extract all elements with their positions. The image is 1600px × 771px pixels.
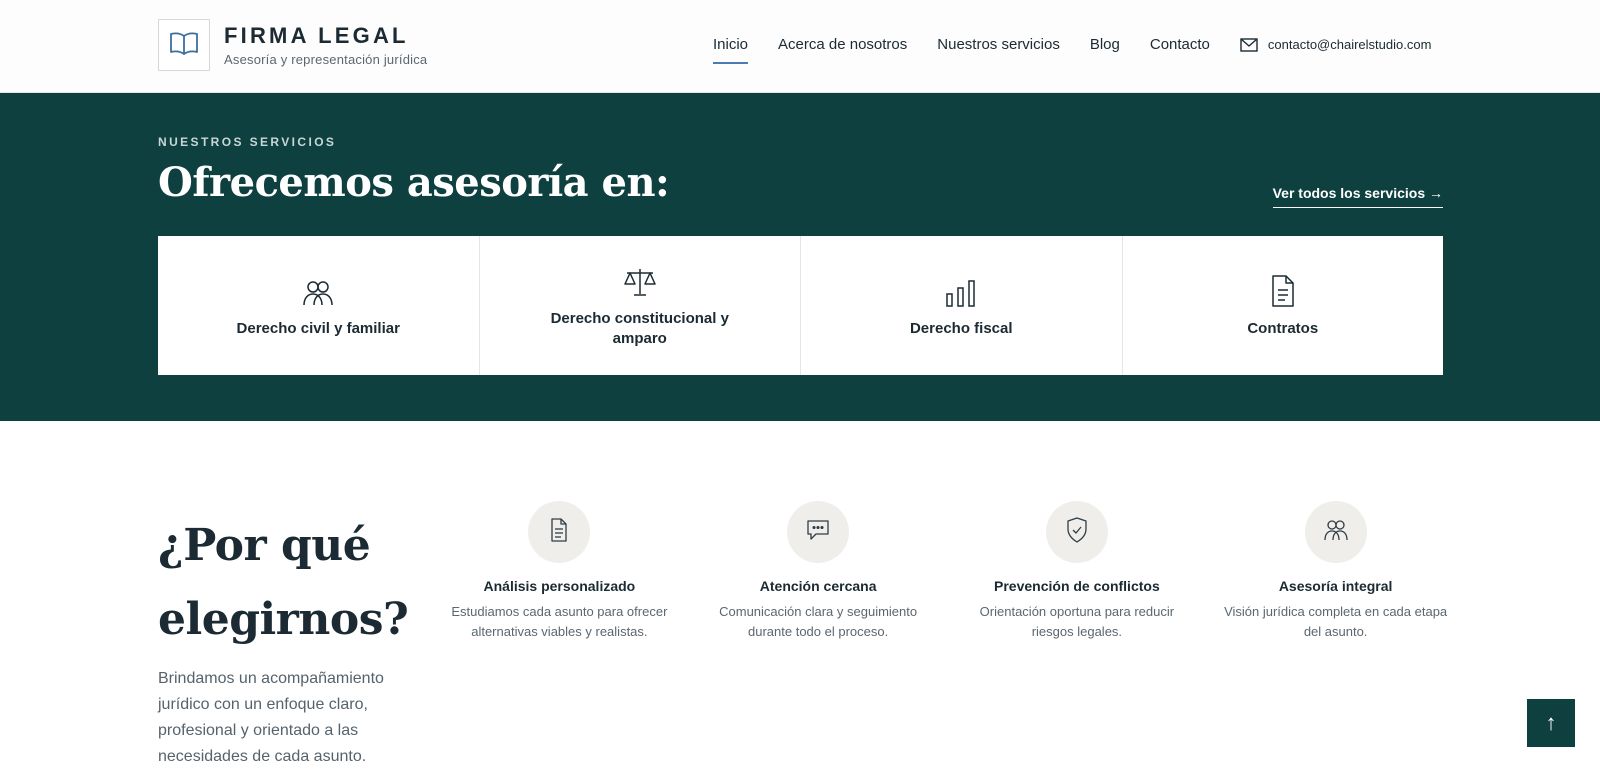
- bar-chart-icon: [945, 273, 977, 307]
- scroll-to-top-button[interactable]: ↑: [1527, 699, 1575, 747]
- why-title: ¿Por qué elegirnos?: [158, 520, 409, 645]
- site-header: FIRMA LEGAL Asesoría y representación ju…: [0, 0, 1600, 93]
- people-icon: [302, 273, 334, 307]
- nav-item-blog[interactable]: Blog: [1090, 36, 1120, 64]
- nav-item-inicio[interactable]: Inicio: [713, 36, 749, 64]
- scales-icon: [623, 263, 657, 297]
- nav-item-contacto[interactable]: Contacto: [1150, 36, 1210, 64]
- email-text: contacto@chairelstudio.com: [1267, 37, 1432, 52]
- arrow-up-icon: ↑: [1545, 710, 1557, 735]
- open-book-icon: [169, 31, 199, 60]
- feature-item: Asesoría integral Visión jurídica comple…: [1206, 501, 1465, 642]
- feature-icon-circle: [528, 501, 591, 563]
- nav-item-servicios[interactable]: Nuestros servicios: [937, 36, 1060, 64]
- document-icon: [550, 517, 568, 547]
- service-card-label: Derecho constitucional y amparo: [550, 309, 729, 347]
- features-list: Análisis personalizado Estudiamos cada a…: [430, 501, 1465, 642]
- people-icon: [1323, 519, 1349, 546]
- feature-title: Prevención de conflictos: [994, 578, 1160, 594]
- service-card-label: Derecho fiscal: [909, 319, 1013, 337]
- chat-icon: [806, 519, 830, 546]
- document-icon: [1271, 273, 1295, 307]
- email-link[interactable]: contacto@chairelstudio.com: [1240, 37, 1432, 63]
- why-section: ¿Por qué elegirnos? Brindamos un acompañ…: [0, 421, 1600, 771]
- feature-item: Atención cercana Comunicación clara y se…: [689, 501, 948, 642]
- main-nav: Inicio Acerca de nosotros Nuestros servi…: [713, 36, 1431, 64]
- feature-item: Análisis personalizado Estudiamos cada a…: [430, 501, 689, 642]
- feature-description: Comunicación clara y seguimiento durante…: [719, 604, 918, 639]
- feature-icon-circle: [1045, 501, 1108, 563]
- feature-title: Asesoría integral: [1278, 578, 1393, 594]
- services-eyebrow: NUESTROS SERVICIOS: [158, 135, 337, 149]
- feature-icon-circle: [787, 501, 850, 563]
- services-cards: Derecho civil y familiar Derecho constit…: [158, 236, 1443, 375]
- logo[interactable]: [158, 19, 210, 71]
- services-title: Ofrecemos asesoría en:: [158, 159, 670, 206]
- feature-title: Análisis personalizado: [483, 578, 636, 594]
- services-section: NUESTROS SERVICIOS Ofrecemos asesoría en…: [0, 93, 1600, 421]
- service-card-civil[interactable]: Derecho civil y familiar: [158, 236, 480, 375]
- brand-tagline: Asesoría y representación jurídica: [224, 52, 428, 67]
- feature-title: Atención cercana: [759, 578, 877, 594]
- service-card-label: Contratos: [1247, 319, 1319, 337]
- why-description: Brindamos un acompañamiento jurídico con…: [158, 670, 384, 765]
- see-all-services-link[interactable]: Ver todos los servicios →: [1272, 185, 1443, 208]
- feature-description: Visión jurídica completa en cada etapa d…: [1224, 604, 1448, 639]
- feature-description: Estudiamos cada asunto para ofrecer alte…: [451, 604, 668, 639]
- feature-description: Orientación oportuna para reducir riesgo…: [979, 604, 1175, 639]
- service-card-constitucional[interactable]: Derecho constitucional y amparo: [480, 236, 801, 375]
- feature-icon-circle: [1304, 501, 1367, 563]
- feature-item: Prevención de conflictos Orientación opo…: [948, 501, 1207, 642]
- service-card-contratos[interactable]: Contratos: [1123, 236, 1444, 375]
- mail-icon: [1240, 37, 1258, 52]
- shield-check-icon: [1066, 516, 1088, 548]
- service-card-fiscal[interactable]: Derecho fiscal: [801, 236, 1123, 375]
- brand-name[interactable]: FIRMA LEGAL: [224, 23, 409, 49]
- service-card-label: Derecho civil y familiar: [236, 319, 400, 337]
- nav-item-acerca[interactable]: Acerca de nosotros: [778, 36, 907, 64]
